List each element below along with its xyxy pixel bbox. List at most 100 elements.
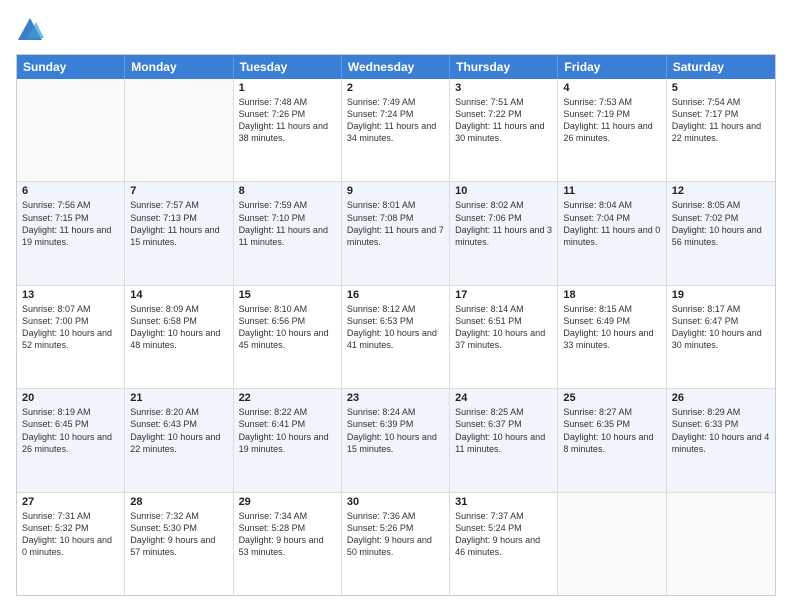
calendar-cell: 1 Sunrise: 7:48 AM Sunset: 7:26 PM Daylig… xyxy=(234,79,342,181)
calendar-cell: 30 Sunrise: 7:36 AM Sunset: 5:26 PM Dayli… xyxy=(342,493,450,595)
day-number: 24 xyxy=(455,392,552,404)
calendar-cell: 26Sunrise: 8:29 AM Sunset: 6:33 PM Dayli… xyxy=(667,389,775,491)
calendar-cell: 6Sunrise: 7:56 AM Sunset: 7:15 PM Daylig… xyxy=(17,182,125,284)
cell-info: Sunrise: 7:53 AM Sunset: 7:19 PM Dayligh… xyxy=(563,96,660,145)
calendar-body: 1 Sunrise: 7:48 AM Sunset: 7:26 PM Daylig… xyxy=(17,79,775,595)
cell-info: Sunrise: 7:36 AM Sunset: 5:26 PM Dayligh… xyxy=(347,510,444,559)
cell-info: Sunrise: 8:17 AM Sunset: 6:47 PM Dayligh… xyxy=(672,303,770,352)
page-header xyxy=(16,16,776,44)
cell-info: Sunrise: 8:15 AM Sunset: 6:49 PM Dayligh… xyxy=(563,303,660,352)
weekday-header: Wednesday xyxy=(342,55,450,79)
calendar-cell: 2Sunrise: 7:49 AM Sunset: 7:24 PM Daylig… xyxy=(342,79,450,181)
cell-info: Sunrise: 7:59 AM Sunset: 7:10 PM Dayligh… xyxy=(239,199,336,248)
cell-info: Sunrise: 8:02 AM Sunset: 7:06 PM Dayligh… xyxy=(455,199,552,248)
day-number: 10 xyxy=(455,185,552,197)
calendar-cell: 20Sunrise: 8:19 AM Sunset: 6:45 PM Dayli… xyxy=(17,389,125,491)
cell-info: Sunrise: 8:22 AM Sunset: 6:41 PM Dayligh… xyxy=(239,406,336,455)
day-number: 18 xyxy=(563,289,660,301)
day-number: 20 xyxy=(22,392,119,404)
cell-info: Sunrise: 8:04 AM Sunset: 7:04 PM Dayligh… xyxy=(563,199,660,248)
calendar-header: SundayMondayTuesdayWednesdayThursdayFrid… xyxy=(17,55,775,79)
cell-info: Sunrise: 8:01 AM Sunset: 7:08 PM Dayligh… xyxy=(347,199,444,248)
day-number: 5 xyxy=(672,82,770,94)
cell-info: Sunrise: 8:07 AM Sunset: 7:00 PM Dayligh… xyxy=(22,303,119,352)
calendar-page: SundayMondayTuesdayWednesdayThursdayFrid… xyxy=(0,0,792,612)
cell-info: Sunrise: 7:48 AM Sunset: 7:26 PM Dayligh… xyxy=(239,96,336,145)
calendar-cell: 7 Sunrise: 7:57 AM Sunset: 7:13 PM Daylig… xyxy=(125,182,233,284)
weekday-header: Tuesday xyxy=(234,55,342,79)
calendar-cell: 13 Sunrise: 8:07 AM Sunset: 7:00 PM Dayli… xyxy=(17,286,125,388)
calendar-cell: 19 Sunrise: 8:17 AM Sunset: 6:47 PM Dayli… xyxy=(667,286,775,388)
calendar-row: 1 Sunrise: 7:48 AM Sunset: 7:26 PM Daylig… xyxy=(17,79,775,182)
calendar-cell: 21 Sunrise: 8:20 AM Sunset: 6:43 PM Dayli… xyxy=(125,389,233,491)
calendar-row: 20Sunrise: 8:19 AM Sunset: 6:45 PM Dayli… xyxy=(17,389,775,492)
weekday-header: Monday xyxy=(125,55,233,79)
cell-info: Sunrise: 8:10 AM Sunset: 6:56 PM Dayligh… xyxy=(239,303,336,352)
calendar-cell: 28Sunrise: 7:32 AM Sunset: 5:30 PM Dayli… xyxy=(125,493,233,595)
calendar-cell: 11 Sunrise: 8:04 AM Sunset: 7:04 PM Dayli… xyxy=(558,182,666,284)
calendar-cell xyxy=(125,79,233,181)
day-number: 26 xyxy=(672,392,770,404)
calendar: SundayMondayTuesdayWednesdayThursdayFrid… xyxy=(16,54,776,596)
cell-info: Sunrise: 8:27 AM Sunset: 6:35 PM Dayligh… xyxy=(563,406,660,455)
cell-info: Sunrise: 7:54 AM Sunset: 7:17 PM Dayligh… xyxy=(672,96,770,145)
calendar-cell xyxy=(558,493,666,595)
cell-info: Sunrise: 8:25 AM Sunset: 6:37 PM Dayligh… xyxy=(455,406,552,455)
calendar-cell: 14Sunrise: 8:09 AM Sunset: 6:58 PM Dayli… xyxy=(125,286,233,388)
calendar-cell: 9 Sunrise: 8:01 AM Sunset: 7:08 PM Daylig… xyxy=(342,182,450,284)
day-number: 12 xyxy=(672,185,770,197)
calendar-cell: 10 Sunrise: 8:02 AM Sunset: 7:06 PM Dayli… xyxy=(450,182,558,284)
day-number: 30 xyxy=(347,496,444,508)
calendar-row: 6Sunrise: 7:56 AM Sunset: 7:15 PM Daylig… xyxy=(17,182,775,285)
day-number: 11 xyxy=(563,185,660,197)
calendar-cell: 25 Sunrise: 8:27 AM Sunset: 6:35 PM Dayli… xyxy=(558,389,666,491)
day-number: 13 xyxy=(22,289,119,301)
day-number: 7 xyxy=(130,185,227,197)
calendar-cell: 16 Sunrise: 8:12 AM Sunset: 6:53 PM Dayli… xyxy=(342,286,450,388)
logo xyxy=(16,16,48,44)
day-number: 16 xyxy=(347,289,444,301)
cell-info: Sunrise: 8:24 AM Sunset: 6:39 PM Dayligh… xyxy=(347,406,444,455)
weekday-header: Friday xyxy=(558,55,666,79)
day-number: 29 xyxy=(239,496,336,508)
calendar-cell: 12 Sunrise: 8:05 AM Sunset: 7:02 PM Dayli… xyxy=(667,182,775,284)
logo-icon xyxy=(16,16,44,44)
day-number: 22 xyxy=(239,392,336,404)
day-number: 25 xyxy=(563,392,660,404)
calendar-cell: 24 Sunrise: 8:25 AM Sunset: 6:37 PM Dayli… xyxy=(450,389,558,491)
cell-info: Sunrise: 7:31 AM Sunset: 5:32 PM Dayligh… xyxy=(22,510,119,559)
day-number: 23 xyxy=(347,392,444,404)
cell-info: Sunrise: 7:56 AM Sunset: 7:15 PM Dayligh… xyxy=(22,199,119,248)
day-number: 1 xyxy=(239,82,336,94)
weekday-header: Sunday xyxy=(17,55,125,79)
day-number: 8 xyxy=(239,185,336,197)
calendar-cell: 22 Sunrise: 8:22 AM Sunset: 6:41 PM Dayli… xyxy=(234,389,342,491)
day-number: 9 xyxy=(347,185,444,197)
calendar-cell: 18 Sunrise: 8:15 AM Sunset: 6:49 PM Dayli… xyxy=(558,286,666,388)
calendar-cell: 8 Sunrise: 7:59 AM Sunset: 7:10 PM Daylig… xyxy=(234,182,342,284)
day-number: 17 xyxy=(455,289,552,301)
calendar-cell xyxy=(667,493,775,595)
calendar-cell: 15Sunrise: 8:10 AM Sunset: 6:56 PM Dayli… xyxy=(234,286,342,388)
calendar-cell: 23 Sunrise: 8:24 AM Sunset: 6:39 PM Dayli… xyxy=(342,389,450,491)
day-number: 3 xyxy=(455,82,552,94)
day-number: 28 xyxy=(130,496,227,508)
day-number: 4 xyxy=(563,82,660,94)
day-number: 19 xyxy=(672,289,770,301)
day-number: 14 xyxy=(130,289,227,301)
weekday-header: Thursday xyxy=(450,55,558,79)
cell-info: Sunrise: 8:20 AM Sunset: 6:43 PM Dayligh… xyxy=(130,406,227,455)
cell-info: Sunrise: 7:49 AM Sunset: 7:24 PM Dayligh… xyxy=(347,96,444,145)
calendar-cell: 4 Sunrise: 7:53 AM Sunset: 7:19 PM Daylig… xyxy=(558,79,666,181)
calendar-cell: 27 Sunrise: 7:31 AM Sunset: 5:32 PM Dayli… xyxy=(17,493,125,595)
calendar-row: 27 Sunrise: 7:31 AM Sunset: 5:32 PM Dayli… xyxy=(17,493,775,595)
calendar-cell: 31Sunrise: 7:37 AM Sunset: 5:24 PM Dayli… xyxy=(450,493,558,595)
cell-info: Sunrise: 8:12 AM Sunset: 6:53 PM Dayligh… xyxy=(347,303,444,352)
day-number: 21 xyxy=(130,392,227,404)
calendar-cell xyxy=(17,79,125,181)
day-number: 31 xyxy=(455,496,552,508)
cell-info: Sunrise: 8:05 AM Sunset: 7:02 PM Dayligh… xyxy=(672,199,770,248)
day-number: 27 xyxy=(22,496,119,508)
cell-info: Sunrise: 7:57 AM Sunset: 7:13 PM Dayligh… xyxy=(130,199,227,248)
cell-info: Sunrise: 7:51 AM Sunset: 7:22 PM Dayligh… xyxy=(455,96,552,145)
